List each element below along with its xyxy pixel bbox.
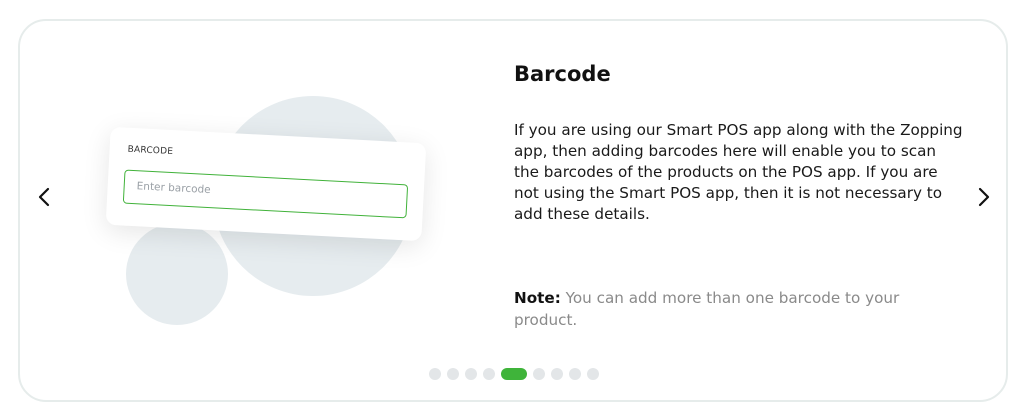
slide-content: Barcode If you are using our Smart POS a… bbox=[514, 62, 964, 329]
slide-note: Note: You can add more than one barcode … bbox=[514, 287, 964, 331]
previous-slide-button[interactable] bbox=[32, 182, 56, 212]
pagination-dot[interactable] bbox=[483, 368, 495, 380]
pagination-dot[interactable] bbox=[587, 368, 599, 380]
pagination-dot[interactable] bbox=[447, 368, 459, 380]
slide-description: If you are using our Smart POS app along… bbox=[514, 121, 963, 223]
barcode-field-label: BARCODE bbox=[127, 144, 174, 158]
pagination-dot[interactable] bbox=[429, 368, 441, 380]
decorative-circle-small bbox=[126, 223, 228, 325]
pagination-dot[interactable] bbox=[465, 368, 477, 380]
note-label: Note: bbox=[514, 289, 561, 307]
chevron-right-icon bbox=[978, 187, 990, 207]
chevron-left-icon bbox=[38, 187, 50, 207]
barcode-illustration: BARCODE Enter barcode bbox=[100, 90, 440, 330]
note-text: You can add more than one barcode to you… bbox=[514, 289, 900, 329]
slide-title: Barcode bbox=[514, 62, 611, 86]
pagination-dots bbox=[429, 368, 599, 380]
pagination-dot[interactable] bbox=[569, 368, 581, 380]
pagination-dot[interactable] bbox=[533, 368, 545, 380]
pagination-dot[interactable] bbox=[551, 368, 563, 380]
next-slide-button[interactable] bbox=[972, 182, 996, 212]
pagination-dot-active[interactable] bbox=[501, 368, 527, 380]
barcode-input-mockup: Enter barcode bbox=[122, 169, 409, 219]
barcode-form-mockup: BARCODE Enter barcode bbox=[105, 126, 427, 242]
